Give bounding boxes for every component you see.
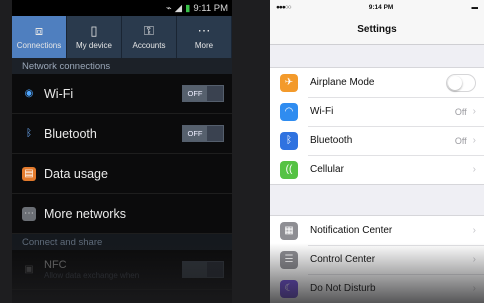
airplane-icon: ✈ [280, 73, 298, 92]
page-title: Settings [270, 14, 484, 45]
nfc-toggle[interactable] [182, 261, 224, 278]
setting-do-not-disturb[interactable]: ☾ Do Not Disturb › [270, 274, 484, 303]
more-icon: ⋯ [197, 23, 211, 38]
bluetooth-toggle[interactable]: OFF [182, 125, 224, 142]
control-center-icon: ☰ [280, 250, 298, 269]
nfc-icon: ▣ [24, 264, 34, 275]
data-usage-icon: ▤ [22, 166, 36, 181]
bluetooth-icon: ᛒ [26, 128, 32, 139]
bluetooth-icon: ᛒ [280, 131, 298, 150]
switch-knob [448, 75, 462, 90]
carrier-signal: ●●●○○ [276, 3, 292, 11]
setting-bluetooth[interactable]: ᛒ Bluetooth OFF [12, 114, 232, 154]
wireless-icon: ⌁ [166, 2, 172, 14]
setting-label: Cellular [310, 164, 344, 175]
chevron-right-icon: › [472, 225, 476, 236]
setting-value: Off [454, 135, 467, 146]
key-icon: ⚿ [144, 23, 154, 38]
tab-label: Accounts [132, 41, 166, 50]
setting-label: Data usage [44, 166, 108, 181]
android-status-bar: ⌁ ◢ ▮ 9:11 PM [12, 0, 232, 16]
ios-time: 9:14 PM [368, 3, 394, 11]
setting-nfc[interactable]: ▣ NFC Allow data exchange when [12, 250, 232, 290]
moon-icon: ☾ [280, 279, 298, 298]
tab-connections[interactable]: ⧈ Connections [12, 16, 67, 58]
setting-data-usage[interactable]: ▤ Data usage [12, 154, 232, 194]
settings-group-system: ▦ Notification Center › ☰ Control Center… [270, 215, 484, 303]
signal-icon: ◢ [174, 2, 183, 14]
toggle-state: OFF [183, 86, 207, 101]
android-settings-screen: ⌁ ◢ ▮ 9:11 PM ⧈ Connections ▯ My device … [12, 0, 232, 303]
tab-label: My device [75, 41, 112, 50]
settings-group-connectivity: ✈ Airplane Mode ◠ Wi-Fi Off › ᛒ Bluetoot… [270, 67, 484, 185]
chevron-right-icon: › [472, 106, 476, 117]
setting-more-networks[interactable]: ⋯ More networks [12, 194, 232, 234]
airplane-mode-switch[interactable] [446, 73, 476, 92]
chevron-right-icon: › [472, 164, 476, 175]
more-networks-icon: ⋯ [22, 206, 36, 221]
wifi-icon: ◠ [280, 102, 298, 121]
tab-label: Connections [16, 41, 62, 50]
setting-label: Bluetooth [44, 126, 97, 141]
setting-cellular[interactable]: (( Cellular › [270, 155, 484, 184]
ios-settings-screen: ●●●○○ 9:14 PM ▬ Settings ✈ Airplane Mode… [270, 0, 484, 303]
ios-status-bar: ●●●○○ 9:14 PM ▬ [270, 0, 484, 14]
chevron-right-icon: › [472, 135, 476, 146]
android-time: 9:11 PM [193, 2, 228, 14]
device-icon: ▯ [90, 23, 98, 38]
setting-label: Airplane Mode [310, 77, 375, 88]
tab-my-device[interactable]: ▯ My device [67, 16, 122, 58]
tab-label: More [194, 41, 214, 50]
tab-accounts[interactable]: ⚿ Accounts [122, 16, 177, 58]
chevron-right-icon: › [472, 254, 476, 265]
setting-notification-center[interactable]: ▦ Notification Center › [270, 216, 484, 245]
setting-bluetooth[interactable]: ᛒ Bluetooth Off › [270, 126, 484, 155]
setting-label: More networks [44, 206, 126, 221]
wifi-icon: ◉ [24, 88, 34, 99]
connections-icon: ⧈ [34, 23, 44, 38]
tab-more[interactable]: ⋯ More [177, 16, 232, 58]
notification-center-icon: ▦ [280, 221, 298, 240]
section-network-connections: Network connections [12, 58, 232, 74]
setting-label: Do Not Disturb [310, 283, 376, 294]
setting-label: Notification Center [310, 225, 393, 236]
battery-icon: ▮ [185, 2, 191, 14]
wifi-toggle[interactable]: OFF [182, 85, 224, 102]
section-connect-and-share: Connect and share [12, 234, 232, 250]
setting-wifi[interactable]: ◠ Wi-Fi Off › [270, 97, 484, 126]
setting-label: NFC [44, 259, 67, 271]
setting-value: Off [454, 106, 467, 117]
setting-airplane-mode[interactable]: ✈ Airplane Mode [270, 68, 484, 97]
battery-icon: ▬ [471, 3, 479, 11]
setting-label: Wi-Fi [310, 106, 334, 117]
chevron-right-icon: › [472, 283, 476, 294]
setting-sublabel: Allow data exchange when [44, 271, 140, 280]
toggle-state [183, 262, 207, 277]
setting-label: Control Center [310, 254, 376, 265]
setting-control-center[interactable]: ☰ Control Center › [270, 245, 484, 274]
setting-label: Wi-Fi [44, 86, 74, 101]
android-tab-bar: ⧈ Connections ▯ My device ⚿ Accounts ⋯ M… [12, 16, 232, 58]
cellular-icon: (( [280, 160, 298, 179]
setting-label: Bluetooth [310, 135, 353, 146]
toggle-state: OFF [183, 126, 207, 141]
setting-wifi[interactable]: ◉ Wi-Fi OFF [12, 74, 232, 114]
